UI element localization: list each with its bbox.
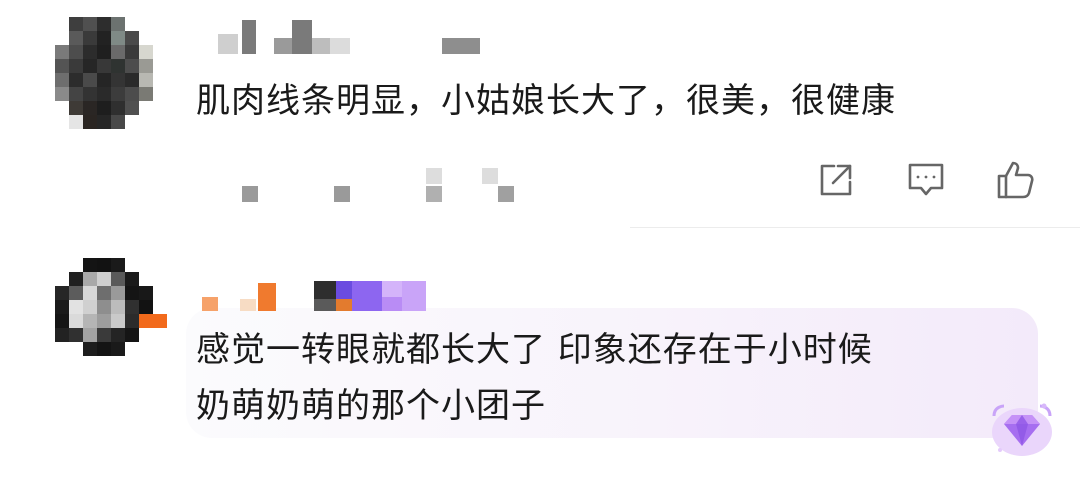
avatar[interactable] bbox=[55, 17, 167, 129]
comment-icon[interactable] bbox=[904, 158, 948, 202]
comment-item: 肌肉线条明显，小姑娘长大了，很美，很健康 bbox=[0, 0, 1080, 228]
share-icon[interactable] bbox=[814, 158, 858, 202]
comment-text-line1: 感觉一转眼就都长大了 印象还存在于小时候 bbox=[196, 330, 873, 370]
diamond-badge-icon bbox=[986, 396, 1058, 462]
thumbs-up-icon[interactable] bbox=[994, 158, 1038, 202]
comment-text: 肌肉线条明显，小姑娘长大了，很美，很健康 bbox=[196, 81, 896, 121]
username[interactable] bbox=[218, 20, 488, 54]
username[interactable] bbox=[202, 277, 442, 311]
comment-actions bbox=[814, 158, 1038, 202]
comment-text-line2: 奶萌奶萌的那个小团子 bbox=[196, 386, 546, 426]
avatar[interactable] bbox=[55, 258, 167, 370]
